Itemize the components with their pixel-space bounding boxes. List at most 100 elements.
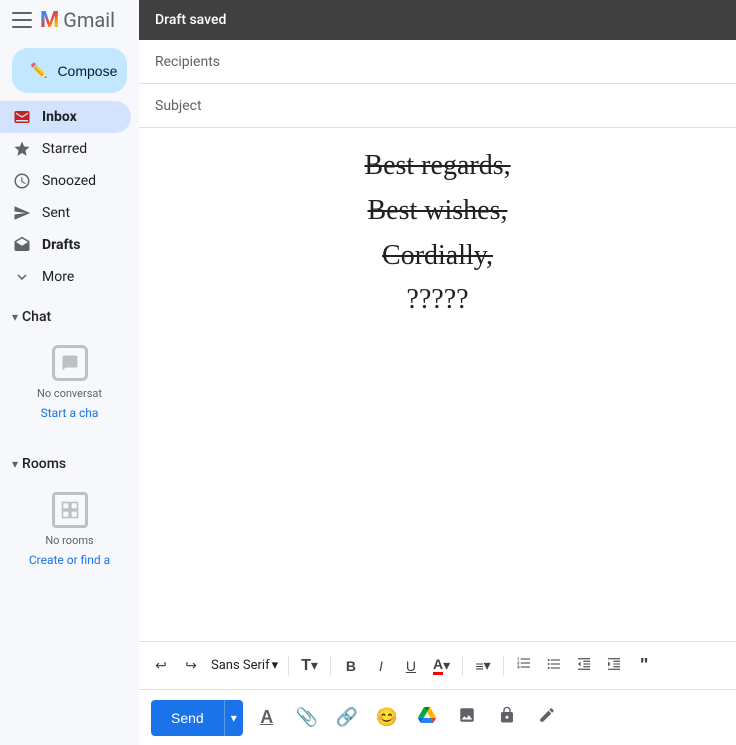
no-rooms-text: No rooms (45, 534, 93, 547)
chat-section: ▾ Chat No conversat Start a cha (0, 293, 139, 440)
emoji-icon: 😊 (376, 707, 398, 728)
drafts-icon (12, 235, 32, 255)
numbered-list-icon (516, 655, 532, 676)
lock-icon (498, 706, 516, 729)
bullet-list-button[interactable] (540, 652, 568, 680)
rooms-section: ▾ Rooms No rooms Create or find a (0, 440, 139, 587)
attach-file-button[interactable]: 📎 (291, 702, 323, 734)
gmail-logo: M Gmail (40, 8, 115, 33)
send-dropdown-button[interactable]: ▾ (224, 700, 243, 736)
subject-row[interactable]: Subject (139, 84, 736, 128)
drive-icon (418, 706, 436, 729)
redo-button[interactable]: ↪ (177, 652, 205, 680)
quote-icon: " (640, 655, 649, 676)
photo-icon (458, 706, 476, 729)
rooms-section-label: Rooms (22, 456, 66, 472)
underline-icon: U (406, 658, 416, 674)
bold-button[interactable]: B (337, 652, 365, 680)
sidebar-label-more: More (42, 269, 74, 285)
indent-more-icon (606, 656, 622, 675)
rooms-chevron-icon: ▾ (12, 457, 18, 471)
insert-emoji-button[interactable]: 😊 (371, 702, 403, 734)
body-line-4: ????? (406, 278, 468, 323)
bullet-list-icon (546, 656, 562, 675)
chat-empty-area: No conversat Start a cha (0, 329, 139, 436)
sidebar-item-more[interactable]: More (0, 261, 131, 293)
gmail-m-icon: M (40, 8, 59, 33)
create-room-link[interactable]: Create or find a (29, 553, 110, 567)
rooms-grid-icon (52, 492, 88, 528)
indent-less-button[interactable] (570, 652, 598, 680)
sidebar-item-inbox[interactable]: Inbox (0, 101, 131, 133)
text-color-icon: A (433, 656, 443, 675)
no-conversations-text: No conversat (37, 387, 102, 400)
clock-icon (12, 171, 32, 191)
star-icon (12, 139, 32, 159)
sidebar-item-drafts[interactable]: Drafts (0, 229, 131, 261)
font-size-dropdown-icon: ▾ (311, 657, 318, 674)
recipients-row[interactable]: Recipients (139, 40, 736, 84)
sidebar-label-starred: Starred (42, 141, 87, 157)
sidebar-header: M Gmail (0, 0, 139, 40)
formatting-options-button[interactable]: A (251, 702, 283, 734)
font-dropdown-icon: ▾ (272, 658, 279, 673)
indent-less-icon (576, 656, 592, 675)
toolbar-separator-3 (462, 656, 463, 676)
sidebar-item-starred[interactable]: Starred (0, 133, 131, 165)
paperclip-icon: 📎 (296, 707, 318, 728)
send-label: Send (171, 710, 204, 726)
insert-drive-button[interactable] (411, 702, 443, 734)
indent-more-button[interactable] (600, 652, 628, 680)
confidential-mode-button[interactable] (491, 702, 523, 734)
toolbar-separator-1 (288, 656, 289, 676)
chat-bubble-icon (52, 345, 88, 381)
compose-pencil-icon: ✏️ (30, 62, 47, 79)
italic-button[interactable]: I (367, 652, 395, 680)
draft-saved-label: Draft saved (155, 12, 226, 28)
color-dropdown-icon: ▾ (443, 657, 450, 674)
link-icon: 🔗 (336, 707, 358, 728)
sidebar-label-snoozed: Snoozed (42, 173, 96, 189)
undo-button[interactable]: ↩ (147, 652, 175, 680)
sidebar: M Gmail ✏️ Compose Inbox Starred Snoozed (0, 0, 139, 745)
sidebar-item-sent[interactable]: Sent (0, 197, 131, 229)
rooms-empty-area: No rooms Create or find a (0, 476, 139, 583)
start-chat-link[interactable]: Start a cha (41, 406, 99, 420)
send-icon (12, 203, 32, 223)
numbered-list-button[interactable] (510, 652, 538, 680)
body-line-2: Best wishes, (368, 189, 508, 234)
insert-photo-button[interactable] (451, 702, 483, 734)
pen-icon (538, 706, 556, 729)
toolbar-separator-2 (330, 656, 331, 676)
compose-button[interactable]: ✏️ Compose (12, 48, 127, 93)
italic-icon: I (379, 658, 383, 674)
hamburger-menu-icon[interactable] (12, 10, 32, 30)
signature-button[interactable] (531, 702, 563, 734)
chevron-down-icon (12, 267, 32, 287)
bottom-bar: Send ▾ A 📎 🔗 😊 (139, 689, 736, 745)
sidebar-label-inbox: Inbox (42, 109, 77, 125)
body-line-1: Best regards, (364, 144, 510, 189)
text-color-button[interactable]: A ▾ (427, 652, 456, 680)
sidebar-label-drafts: Drafts (42, 237, 80, 253)
rooms-section-header: ▾ Rooms (0, 444, 139, 476)
underline-button[interactable]: U (397, 652, 425, 680)
blockquote-button[interactable]: " (630, 652, 658, 680)
insert-link-button[interactable]: 🔗 (331, 702, 363, 734)
align-icon: ≡ (476, 658, 484, 674)
bold-icon: B (346, 658, 356, 674)
body-line-3: Cordially, (382, 234, 493, 279)
send-button[interactable]: Send (151, 700, 224, 736)
font-family-select[interactable]: Sans Serif ▾ (207, 656, 282, 675)
font-size-t-icon: T (301, 657, 311, 675)
align-button[interactable]: ≡ ▾ (469, 652, 497, 680)
font-size-button[interactable]: T ▾ (295, 652, 324, 680)
nav-items: Inbox Starred Snoozed Sent (0, 101, 139, 293)
recipients-label: Recipients (155, 54, 220, 70)
compose-body[interactable]: Best regards, Best wishes, Cordially, ??… (139, 128, 736, 641)
compose-window: Draft saved Recipients Subject Best rega… (139, 0, 736, 745)
send-button-group: Send ▾ (151, 700, 243, 736)
sidebar-item-snoozed[interactable]: Snoozed (0, 165, 131, 197)
chat-section-header: ▾ Chat (0, 297, 139, 329)
gmail-text: Gmail (63, 8, 115, 32)
